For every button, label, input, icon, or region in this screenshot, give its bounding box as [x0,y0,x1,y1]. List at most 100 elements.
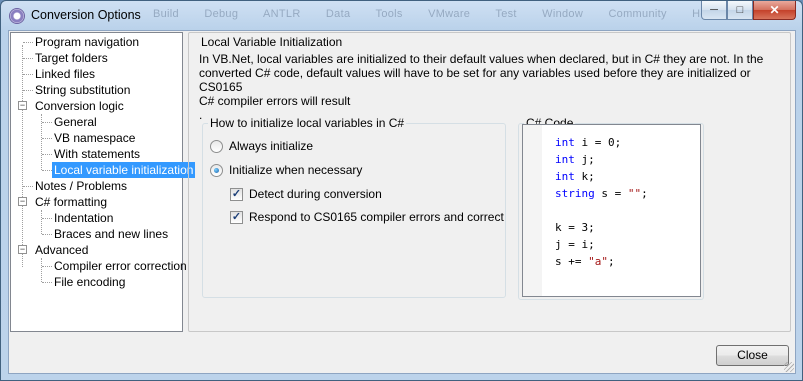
tree-item-target-folders[interactable]: Target folders [33,50,110,66]
window-title: Conversion Options [31,8,141,22]
code-token: j; [574,153,595,166]
code-token: "a" [588,255,608,268]
tree-item-vb-namespace[interactable]: VB namespace [52,130,137,146]
tree-line [23,186,33,187]
ghost-menu-item: Test [495,8,517,20]
tree-line [41,210,42,234]
app-gear-icon [9,8,25,24]
init-group-title: How to initialize local variables in C# [208,116,407,130]
code-line: string s = ""; [555,185,648,202]
tree-item-linked-files[interactable]: Linked files [33,66,97,82]
code-line: int j; [555,151,595,168]
tree-line [42,266,52,267]
panel-description: In VB.Net, local variables are initializ… [199,52,789,122]
detect-during-conversion-checkbox[interactable]: ✓ Detect during conversion [230,186,382,202]
tree-line [23,42,33,43]
always-initialize-radio[interactable]: Always initialize [210,138,313,154]
maximize-icon: □ [736,4,744,16]
collapse-icon[interactable]: − [18,197,27,206]
tree-item-compiler-error-correction[interactable]: Compiler error correction [52,258,189,274]
respond-cs0165-label: Respond to CS0165 compiler errors and co… [249,210,504,224]
code-token: string [555,187,595,200]
code-token: k = [555,221,582,234]
code-token: s = [594,187,628,200]
options-tree[interactable]: − − − Program navigation Target folders … [10,32,196,332]
description-line: C# compiler errors will result [199,94,351,108]
tree-line [42,122,52,123]
code-line: k = 3; [555,219,595,236]
initialize-when-necessary-label: Initialize when necessary [229,163,363,177]
tree-line [41,258,42,282]
description-line: converted C# code, default values will h… [199,66,751,94]
ghost-menu-item: Data [325,8,351,20]
code-token: k; [574,170,595,183]
code-token: int [555,136,575,149]
code-token: "" [627,187,642,200]
ghost-menu-item: Tools [375,8,403,20]
minimize-icon: ─ [710,4,718,16]
code-token: int [555,170,575,183]
initialize-when-necessary-radio[interactable]: Initialize when necessary [210,162,362,178]
dialog-client-area: − − − Program navigation Target folders … [8,30,796,374]
code-line: j = i; [555,236,595,253]
tree-item-advanced[interactable]: Advanced [33,242,90,258]
tree-line [42,218,52,219]
ghost-menu-item: Community [608,8,667,20]
ghost-menu-item: Window [542,8,584,20]
ghost-menu-item: Debug [204,8,239,20]
close-button[interactable]: Close [716,345,789,366]
tree-item-notes-problems[interactable]: Notes / Problems [33,178,129,194]
code-line: int k; [555,168,595,185]
code-token: ; [614,136,622,149]
radio-circle[interactable] [210,139,223,153]
respond-cs0165-checkbox[interactable]: ✓ Respond to CS0165 compiler errors and … [230,209,504,225]
tree-line [42,138,52,139]
ghost-menu-item: VMware [428,8,471,20]
maximize-button[interactable]: □ [727,1,753,20]
tree-item-program-navigation[interactable]: Program navigation [33,34,141,50]
detect-during-conversion-label: Detect during conversion [249,187,382,201]
tree-line [42,282,52,283]
tree-line [23,58,33,59]
tree-item-local-variable-initialization[interactable]: Local variable initialization [52,162,196,178]
panel-title: Local Variable Initialization [199,35,345,49]
close-icon: ✕ [769,3,780,17]
collapse-icon[interactable]: − [18,101,27,110]
tree-item-conversion-logic[interactable]: Conversion logic [33,98,126,114]
code-line: s += "a"; [555,253,615,270]
code-token: ; [608,255,615,268]
close-window-button[interactable]: ✕ [753,1,796,20]
checkbox-box[interactable]: ✓ [230,210,243,224]
radio-circle[interactable] [210,163,223,177]
code-token: j = i; [555,238,595,251]
tree-line [22,45,23,267]
code-token: ; [641,187,648,200]
code-line: int i = 0; [555,134,621,151]
code-token: ; [588,221,595,234]
minimize-button[interactable]: ─ [701,1,727,20]
code-token: i = [574,136,608,149]
tree-item-file-encoding[interactable]: File encoding [52,274,127,290]
tree-item-csharp-formatting[interactable]: C# formatting [33,194,109,210]
tree-item-braces-new-lines[interactable]: Braces and new lines [52,226,170,242]
checkbox-box[interactable]: ✓ [230,187,243,201]
code-gutter [523,125,542,296]
tree-line [23,90,33,91]
background-menu-ghost: Build Debug ANTLR Data Tools VMware Test… [153,8,738,20]
collapse-icon[interactable]: − [18,245,27,254]
ghost-menu-item: Build [153,8,179,20]
code-sample: int i = 0; int j; int k; string s = ""; k = … [522,124,701,297]
code-token: 0 [608,136,615,149]
title-bar[interactable]: Conversion Options Build Debug ANTLR Dat… [1,1,802,30]
tree-item-indentation[interactable]: Indentation [52,210,115,226]
tree-item-general[interactable]: General [52,114,99,130]
ghost-menu-item: ANTLR [263,8,301,20]
conversion-options-window: Conversion Options Build Debug ANTLR Dat… [0,0,803,381]
tree-item-with-statements[interactable]: With statements [52,146,142,162]
always-initialize-label: Always initialize [229,139,314,153]
code-token: int [555,153,575,166]
description-line: In VB.Net, local variables are initializ… [199,52,764,66]
resize-grip[interactable] [784,362,794,372]
tree-item-string-substitution[interactable]: String substitution [33,82,132,98]
tree-line [42,234,52,235]
